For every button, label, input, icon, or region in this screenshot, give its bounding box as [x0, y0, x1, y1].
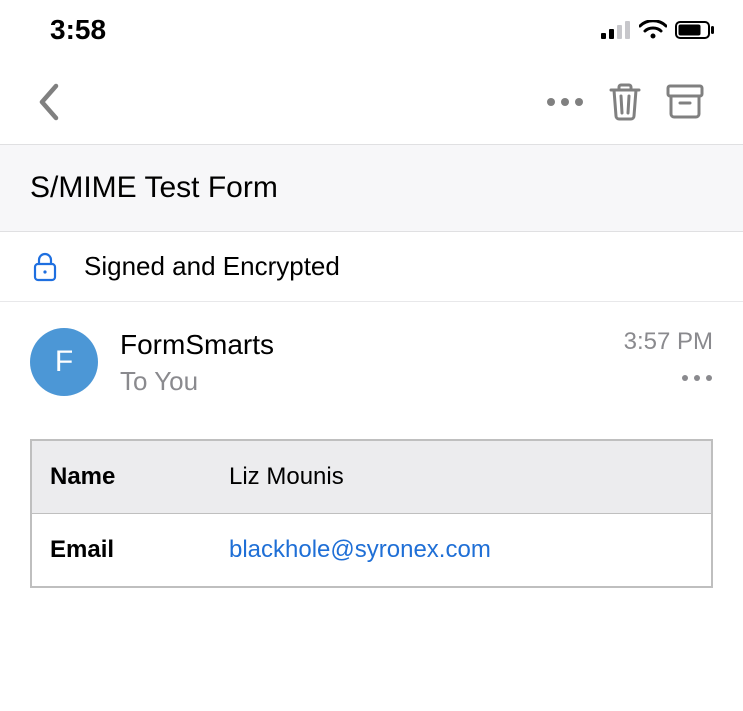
- table-row: Email blackhole@syronex.com: [31, 513, 712, 587]
- chevron-left-icon: [37, 83, 59, 121]
- message-header: F FormSmarts To You 3:57 PM: [0, 302, 743, 409]
- archive-button[interactable]: [655, 72, 715, 132]
- field-value-email[interactable]: blackhole@syronex.com: [211, 513, 712, 587]
- toolbar: [0, 60, 743, 144]
- more-options-button[interactable]: [535, 72, 595, 132]
- status-bar: 3:58: [0, 0, 743, 60]
- security-status-label: Signed and Encrypted: [84, 251, 340, 282]
- wifi-icon: [639, 20, 667, 40]
- lock-icon: [30, 252, 60, 282]
- status-indicators: [601, 20, 715, 40]
- status-time: 3:58: [50, 14, 106, 46]
- field-label: Email: [31, 513, 211, 587]
- ellipsis-icon: [546, 97, 584, 107]
- delete-button[interactable]: [595, 72, 655, 132]
- sender-avatar[interactable]: F: [30, 328, 98, 396]
- message-body: Name Liz Mounis Email blackhole@syronex.…: [0, 409, 743, 588]
- ellipsis-icon: [681, 374, 713, 382]
- battery-icon: [675, 21, 715, 39]
- table-row: Name Liz Mounis: [31, 440, 712, 514]
- cellular-icon: [601, 21, 631, 39]
- sender-name[interactable]: FormSmarts: [120, 328, 624, 362]
- field-label: Name: [31, 440, 211, 514]
- subject-bar: S/MIME Test Form: [0, 144, 743, 232]
- trash-icon: [607, 82, 643, 122]
- security-status-row[interactable]: Signed and Encrypted: [0, 232, 743, 302]
- email-subject: S/MIME Test Form: [30, 171, 713, 205]
- field-value: Liz Mounis: [211, 440, 712, 514]
- message-more-button[interactable]: [624, 374, 713, 382]
- recipient-line[interactable]: To You: [120, 366, 624, 397]
- form-data-table: Name Liz Mounis Email blackhole@syronex.…: [30, 439, 713, 588]
- archive-icon: [666, 84, 704, 120]
- back-button[interactable]: [18, 72, 78, 132]
- message-time: 3:57 PM: [624, 328, 713, 356]
